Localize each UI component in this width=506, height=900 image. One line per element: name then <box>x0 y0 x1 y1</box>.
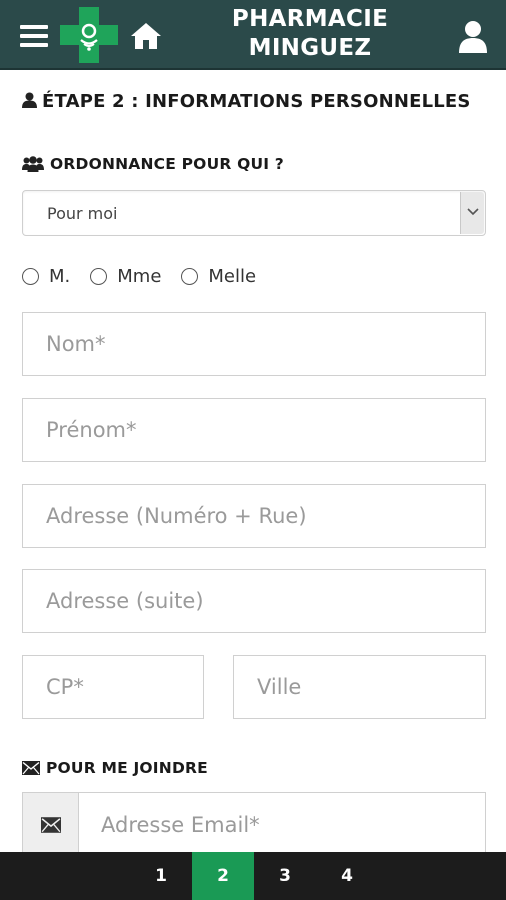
radio-circle-mme[interactable] <box>90 267 108 285</box>
civility-radio-group: M. Mme Melle <box>22 264 276 288</box>
radio-mme[interactable]: Mme <box>90 266 161 287</box>
contact-label-text: POUR ME JOINDRE <box>46 759 208 777</box>
radio-label-melle: Melle <box>208 265 257 287</box>
user-account-icon[interactable] <box>458 20 488 54</box>
envelope-icon <box>22 761 40 775</box>
pager-step-3[interactable]: 3 <box>254 852 316 900</box>
prescription-label-text: ORDONNANCE POUR QUI ? <box>50 155 284 173</box>
adresse-suite-placeholder: Adresse (suite) <box>46 589 204 613</box>
ville-placeholder: Ville <box>257 675 302 699</box>
home-icon[interactable] <box>130 22 162 50</box>
envelope-icon <box>41 817 61 833</box>
app-header: PHARMACIE MINGUEZ <box>0 0 506 70</box>
cp-input[interactable]: CP* <box>22 655 204 719</box>
pager-step-2[interactable]: 2 <box>192 852 254 900</box>
title-line-1: PHARMACIE <box>231 6 389 32</box>
radio-circle-melle[interactable] <box>181 267 199 285</box>
pharmacy-cross-logo <box>60 7 118 63</box>
prescription-selected-value: Pour moi <box>47 204 118 223</box>
adresse-placeholder: Adresse (Numéro + Rue) <box>46 504 307 528</box>
user-icon <box>22 92 37 108</box>
radio-circle-m[interactable] <box>22 267 39 285</box>
step-title: ÉTAPE 2 : INFORMATIONS PERSONNELLES <box>22 90 486 114</box>
hamburger-menu-icon[interactable] <box>20 25 48 47</box>
prenom-placeholder: Prénom* <box>46 418 137 442</box>
pager-step-1[interactable]: 1 <box>130 852 192 900</box>
cp-placeholder: CP* <box>46 675 84 699</box>
nom-input[interactable]: Nom* <box>22 312 486 376</box>
radio-melle[interactable]: Melle <box>181 266 256 287</box>
nom-placeholder: Nom* <box>46 332 106 356</box>
pager-step-4[interactable]: 4 <box>316 852 378 900</box>
adresse-input[interactable]: Adresse (Numéro + Rue) <box>22 484 486 548</box>
contact-label: POUR ME JOINDRE <box>22 758 208 778</box>
title-line-2: MINGUEZ <box>248 35 372 61</box>
step-title-text: ÉTAPE 2 : INFORMATIONS PERSONNELLES <box>42 91 471 112</box>
email-placeholder[interactable]: Adresse Email* <box>101 813 260 837</box>
prescription-for-select[interactable]: Pour moi <box>22 190 486 236</box>
chevron-down-icon <box>467 208 479 216</box>
users-group-icon <box>22 156 44 172</box>
select-caret[interactable] <box>460 192 484 234</box>
radio-label-m: M. <box>49 265 71 287</box>
ville-input[interactable]: Ville <box>233 655 486 719</box>
prescription-label: ORDONNANCE POUR QUI ? <box>22 154 284 174</box>
step-pager: 1 2 3 4 <box>0 852 506 900</box>
adresse-suite-input[interactable]: Adresse (suite) <box>22 569 486 633</box>
radio-m[interactable]: M. <box>22 266 70 287</box>
page-title: PHARMACIE MINGUEZ <box>190 5 430 63</box>
prenom-input[interactable]: Prénom* <box>22 398 486 462</box>
radio-label-mme: Mme <box>117 265 162 287</box>
